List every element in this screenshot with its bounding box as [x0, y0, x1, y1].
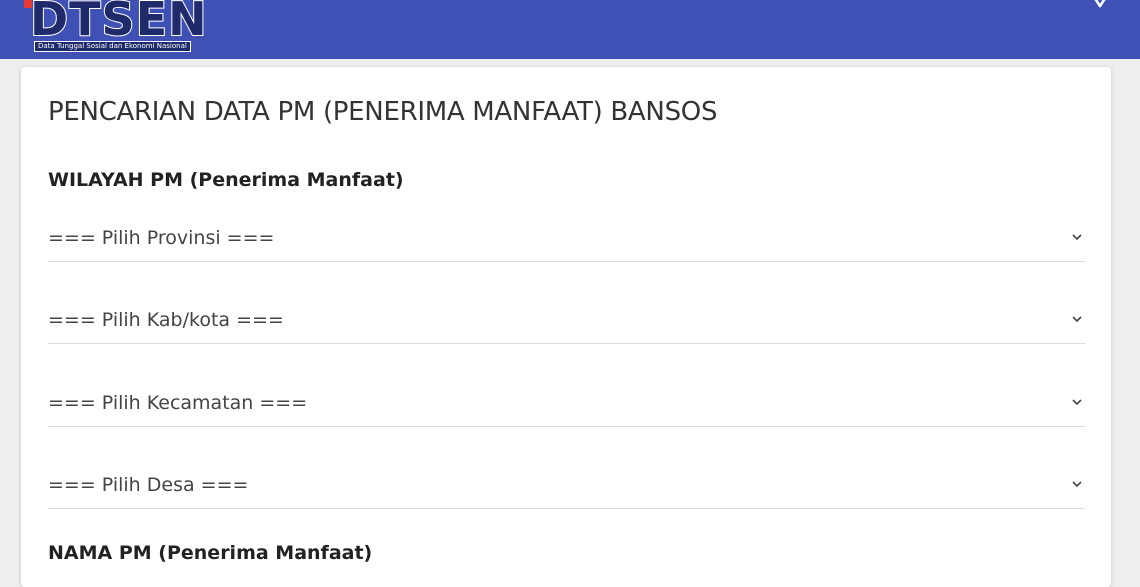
page-title: PENCARIAN DATA PM (PENERIMA MANFAAT) BAN…	[48, 97, 718, 127]
province-select[interactable]: === Pilih Provinsi ===	[48, 217, 1085, 262]
chevron-down-icon	[1072, 234, 1082, 241]
district-select-label: === Pilih Kecamatan ===	[48, 392, 308, 414]
province-select-label: === Pilih Provinsi ===	[48, 227, 275, 249]
district-select[interactable]: === Pilih Kecamatan ===	[48, 382, 1085, 427]
search-card: PENCARIAN DATA PM (PENERIMA MANFAAT) BAN…	[21, 67, 1111, 587]
village-select-label: === Pilih Desa ===	[48, 474, 249, 496]
dtsen-logo: DTSEN Data Tunggal Sosial dan Ekonomi Na…	[24, 0, 214, 56]
region-section-heading: WILAYAH PM (Penerima Manfaat)	[48, 169, 404, 191]
chevron-down-icon	[1072, 316, 1082, 323]
village-select[interactable]: === Pilih Desa ===	[48, 464, 1085, 509]
chevron-down-icon	[1072, 481, 1082, 488]
logo-tagline: Data Tunggal Sosial dan Ekonomi Nasional	[34, 41, 191, 52]
top-app-bar: DTSEN Data Tunggal Sosial dan Ekonomi Na…	[0, 0, 1140, 59]
chevron-down-icon	[1072, 399, 1082, 406]
name-section-heading: NAMA PM (Penerima Manfaat)	[48, 542, 373, 564]
close-icon[interactable]	[1086, 0, 1114, 14]
city-select-label: === Pilih Kab/kota ===	[48, 309, 284, 331]
city-select[interactable]: === Pilih Kab/kota ===	[48, 299, 1085, 344]
